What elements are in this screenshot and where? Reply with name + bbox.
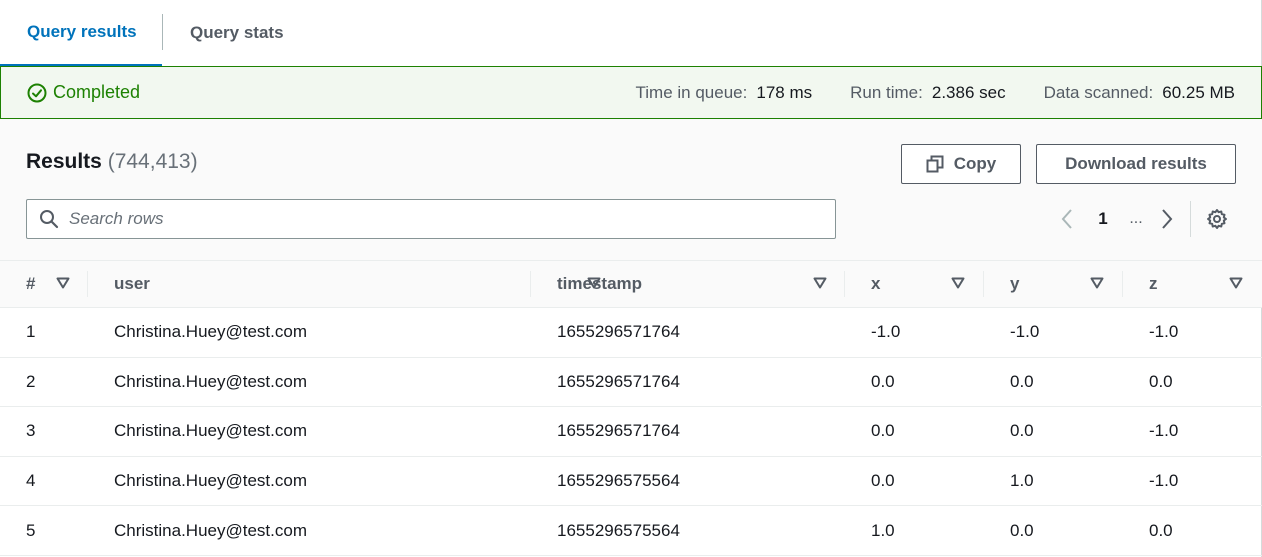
cell-y: 0.0 xyxy=(1010,371,1034,391)
gear-icon xyxy=(1207,209,1227,229)
column-header-x[interactable]: x xyxy=(845,261,984,307)
cell-x: -1.0 xyxy=(871,322,901,342)
cell-z: 0.0 xyxy=(1149,520,1173,540)
column-header-z[interactable]: z xyxy=(1123,261,1262,307)
cell-timestamp: 1655296575564 xyxy=(557,471,680,491)
column-header-label: timestamp xyxy=(557,274,643,293)
copy-button-label: Copy xyxy=(953,154,997,173)
cell-row-number: 3 xyxy=(26,421,36,441)
cell-user: Christina.Huey@test.com xyxy=(114,421,307,441)
cell-y: 0.0 xyxy=(1010,421,1034,441)
metric-data-scanned: Data scanned: 60.25 MB xyxy=(1044,83,1235,103)
pagination: 1 ... xyxy=(1056,201,1229,237)
metric-time-in-queue: Time in queue: 178 ms xyxy=(636,83,813,103)
query-metrics: Time in queue: 178 ms Run time: 2.386 se… xyxy=(598,67,1235,118)
cell-x: 0.0 xyxy=(871,371,895,391)
sort-triangle-icon[interactable] xyxy=(813,276,827,290)
cell-timestamp: 1655296571764 xyxy=(557,322,680,342)
previous-page-button[interactable] xyxy=(1056,203,1078,235)
metric-label: Time in queue: xyxy=(635,82,748,102)
copy-button[interactable]: Copy xyxy=(901,144,1021,184)
results-table: # user timestamp x y z 1 Christina.Huey@… xyxy=(0,260,1262,556)
table-row: 4 Christina.Huey@test.com 1655296575564 … xyxy=(0,457,1262,507)
metric-run-time: Run time: 2.386 sec xyxy=(850,83,1005,103)
column-header-label: x xyxy=(871,274,881,293)
sort-triangle-icon[interactable] xyxy=(1090,276,1104,290)
table-row: 3 Christina.Huey@test.com 1655296571764 … xyxy=(0,407,1262,457)
column-header-label: # xyxy=(26,274,36,293)
cell-x: 0.0 xyxy=(871,421,895,441)
results-header: Results (744,413) Copy Download results xyxy=(0,119,1262,260)
cell-z: 0.0 xyxy=(1149,371,1173,391)
cell-x: 1.0 xyxy=(871,520,895,540)
tab-query-stats[interactable]: Query stats xyxy=(163,0,284,66)
cell-user: Christina.Huey@test.com xyxy=(114,471,307,491)
chevron-left-icon xyxy=(1061,209,1072,229)
column-header-row-number[interactable]: # xyxy=(0,261,88,307)
search-rows-input[interactable] xyxy=(69,209,809,229)
download-results-label: Download results xyxy=(1065,154,1207,173)
tab-query-stats-label: Query stats xyxy=(190,23,284,42)
metric-label: Data scanned: xyxy=(1043,82,1154,102)
chevron-right-icon xyxy=(1162,209,1173,229)
cell-user: Christina.Huey@test.com xyxy=(114,520,307,540)
results-title: Results (744,413) xyxy=(26,150,198,174)
column-header-user[interactable]: user xyxy=(88,261,601,307)
cell-timestamp: 1655296571764 xyxy=(557,421,680,441)
search-rows-field[interactable] xyxy=(26,199,836,239)
table-row: 2 Christina.Huey@test.com 1655296571764 … xyxy=(0,358,1262,408)
results-title-text: Results xyxy=(26,150,102,173)
tab-query-results-label: Query results xyxy=(27,22,137,41)
cell-y: 1.0 xyxy=(1010,471,1034,491)
table-header: # user timestamp x y z xyxy=(0,260,1262,308)
sort-triangle-icon[interactable] xyxy=(1229,276,1243,290)
status-text: Completed xyxy=(53,82,141,102)
check-circle-icon xyxy=(27,83,47,102)
tab-bar: Query results Query stats xyxy=(0,0,1262,66)
column-header-y[interactable]: y xyxy=(984,261,1123,307)
tab-query-results[interactable]: Query results xyxy=(0,0,162,66)
download-results-button[interactable]: Download results xyxy=(1036,144,1236,184)
sort-triangle-icon[interactable] xyxy=(951,276,965,290)
cell-user: Christina.Huey@test.com xyxy=(114,322,307,342)
search-icon xyxy=(40,210,59,229)
metric-value: 60.25 MB xyxy=(1162,82,1235,102)
pager-divider xyxy=(1190,201,1191,237)
cell-z: -1.0 xyxy=(1149,471,1179,491)
cell-user: Christina.Huey@test.com xyxy=(114,371,307,391)
cell-timestamp: 1655296575564 xyxy=(557,520,680,540)
metric-value: 2.386 sec xyxy=(931,82,1006,102)
metric-label: Run time: xyxy=(850,82,923,102)
column-header-label: z xyxy=(1149,274,1158,293)
cell-y: -1.0 xyxy=(1010,322,1040,342)
results-count: (744,413) xyxy=(107,150,198,173)
status-indicator: Completed xyxy=(1,82,140,103)
table-preferences-button[interactable] xyxy=(1205,207,1229,231)
cell-y: 0.0 xyxy=(1010,520,1034,540)
copy-icon xyxy=(926,155,944,173)
cell-z: -1.0 xyxy=(1149,322,1179,342)
query-results-panel: Query results Query stats Completed Time… xyxy=(0,0,1262,557)
query-status-bar: Completed Time in queue: 178 ms Run time… xyxy=(0,66,1262,119)
metric-value: 178 ms xyxy=(756,82,813,102)
cell-row-number: 2 xyxy=(26,371,36,391)
sort-triangle-icon[interactable] xyxy=(56,276,70,290)
cell-row-number: 4 xyxy=(26,471,36,491)
page-number-current[interactable]: 1 xyxy=(1088,209,1118,229)
table-row: 1 Christina.Huey@test.com 1655296571764 … xyxy=(0,308,1262,358)
column-header-label: user xyxy=(114,274,150,293)
cell-z: -1.0 xyxy=(1149,421,1179,441)
next-page-button[interactable] xyxy=(1156,203,1178,235)
cell-row-number: 1 xyxy=(26,322,36,342)
column-header-timestamp[interactable]: timestamp xyxy=(531,261,845,307)
cell-row-number: 5 xyxy=(26,520,36,540)
cell-x: 0.0 xyxy=(871,471,895,491)
table-row: 5 Christina.Huey@test.com 1655296575564 … xyxy=(0,506,1262,556)
page-ellipsis: ... xyxy=(1129,210,1143,227)
cell-timestamp: 1655296571764 xyxy=(557,371,680,391)
column-header-label: y xyxy=(1010,274,1020,293)
